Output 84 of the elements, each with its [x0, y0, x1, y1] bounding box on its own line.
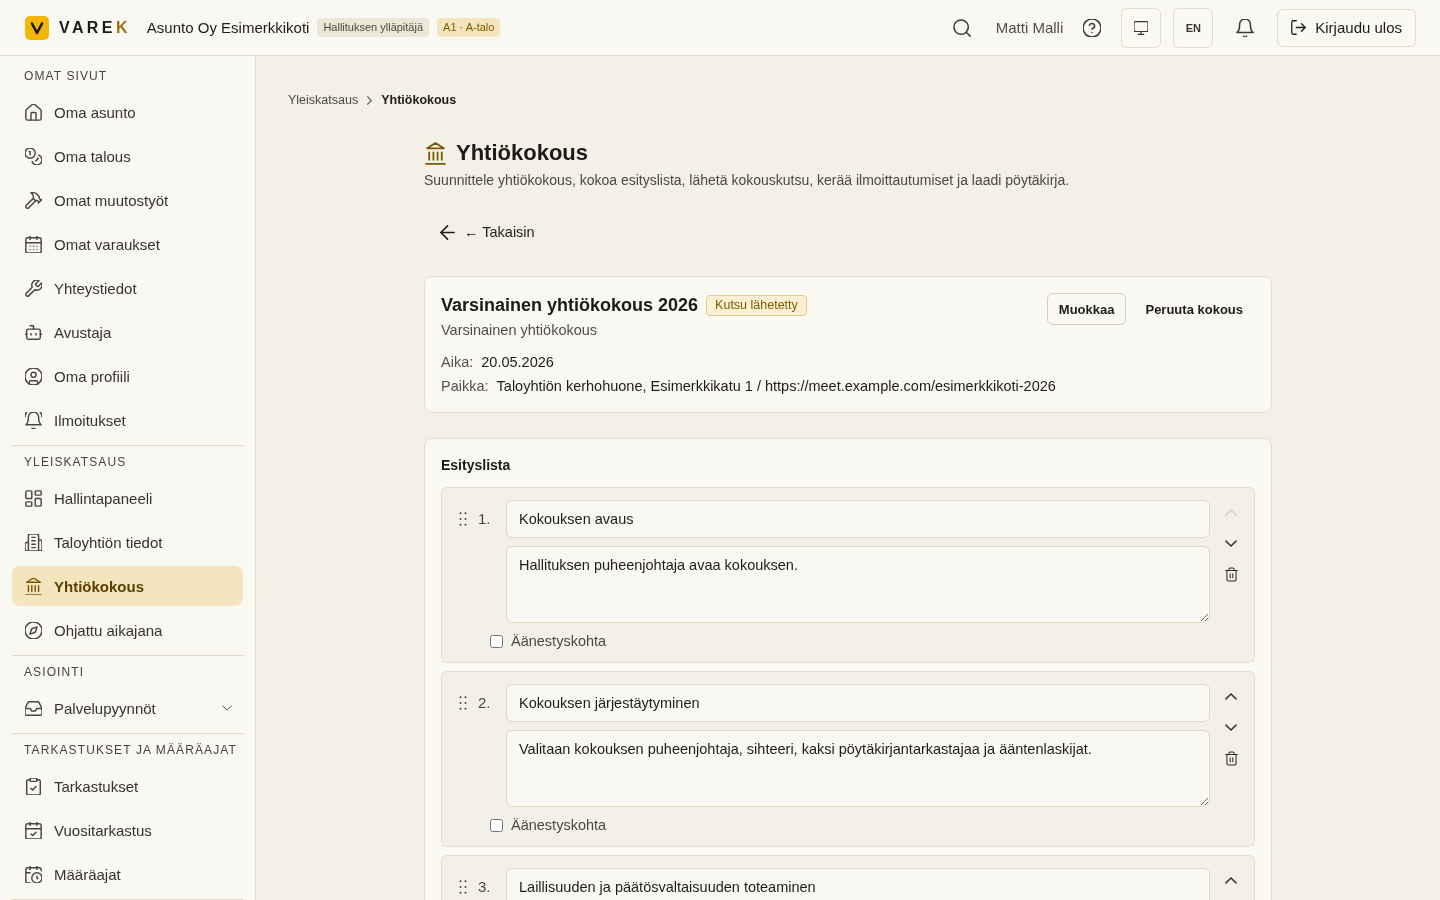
- calendar-check-icon: [25, 821, 42, 839]
- nav-item[interactable]: Oma talous: [12, 136, 243, 176]
- nav-item[interactable]: Tarkastukset: [12, 766, 243, 806]
- logout-icon: [1291, 20, 1307, 35]
- section-heading: ASIOINTI: [23, 664, 86, 680]
- house-icon: [25, 103, 42, 121]
- nav-item[interactable]: Omat varaukset: [12, 224, 243, 264]
- drag-handle-icon[interactable]: [459, 696, 467, 710]
- calendar-clock-icon: [25, 865, 42, 883]
- detail-value: Taloyhtiön kerhohuone, Esimerkkikatu 1 / https://meet.example.com/esimerkkikoti-2026: [496, 377, 1056, 395]
- meeting-title: Varsinainen yhtiökokous 2026: [441, 294, 699, 317]
- bell-icon: [25, 411, 42, 429]
- nav-item[interactable]: Omat muutostyöt: [12, 180, 243, 220]
- calendar-icon: [25, 235, 42, 253]
- section-heading: OMAT SIVUT: [23, 68, 109, 84]
- hammer-icon: [25, 191, 42, 209]
- nav-item[interactable]: Hallintapaneeli: [12, 478, 243, 518]
- search-icon: [952, 18, 971, 37]
- drag-handle-icon[interactable]: [459, 512, 467, 526]
- bank-icon: [25, 577, 42, 595]
- bank-icon: [425, 141, 446, 165]
- bell-icon: [1236, 18, 1255, 37]
- page-title: Yhtiökokous: [456, 139, 588, 167]
- clipboard-check-icon: [25, 777, 42, 795]
- trash-icon: [1224, 566, 1238, 582]
- display-button[interactable]: [1121, 7, 1162, 48]
- drag-handle-icon[interactable]: [459, 880, 467, 894]
- organization-name: Asunto Oy Esimerkkikoti: [146, 19, 310, 36]
- nav-item[interactable]: Oma profiili: [12, 356, 243, 396]
- item-number: 1.: [478, 509, 492, 529]
- robot-icon: [25, 323, 42, 341]
- item-number: 3.: [478, 877, 492, 897]
- nav-item[interactable]: Määräajat: [12, 854, 243, 894]
- voting-checkbox[interactable]: [490, 634, 503, 648]
- status-badge: Kutsu lähetetty: [706, 294, 807, 316]
- unit-badge: A1 · A-talo: [437, 18, 501, 37]
- checkbox-label[interactable]: Äänestyskohta: [511, 633, 607, 649]
- building-icon: [25, 533, 42, 551]
- wrench-icon: [25, 279, 42, 297]
- detail-value: 20.05.2026: [481, 353, 554, 371]
- checkbox-label[interactable]: Äänestyskohta: [511, 817, 607, 833]
- nav-item[interactable]: Vuositarkastus: [12, 810, 243, 850]
- grid-icon: [25, 489, 42, 507]
- nav-item[interactable]: Ilmoitukset: [12, 400, 243, 440]
- edit-button[interactable]: Muokkaa: [1046, 293, 1127, 325]
- logo-icon: [25, 15, 49, 40]
- nav-item[interactable]: Palvelupyynnöt: [12, 688, 243, 728]
- language-button[interactable]: EN: [1173, 7, 1214, 48]
- monitor-icon: [1134, 20, 1149, 35]
- nav-item[interactable]: Taloyhtiön tiedot: [12, 522, 243, 562]
- item-number: 2.: [478, 693, 492, 713]
- voting-checkbox[interactable]: [490, 818, 503, 832]
- chevron-right-icon: [367, 95, 373, 105]
- page-description: Suunnittele yhtiökokous, kokoa esityslista, lähetä kokouskutsu, kerää ilmoittautumiset ja laadi pöytäkirja.: [424, 171, 1071, 189]
- trash-icon: [1224, 750, 1238, 766]
- section-heading: TARKASTUKSET JA MÄÄRÄAJAT: [23, 742, 238, 758]
- title-field[interactable]: Kokouksen avaus: [506, 500, 1210, 538]
- section-heading: YLEISKATSAUS: [23, 454, 128, 470]
- back-button[interactable]: ← Takaisin: [424, 215, 551, 249]
- logout-button[interactable]: Kirjaudu ulos: [1277, 8, 1416, 47]
- nav-item[interactable]: Yhtiökokous: [12, 566, 243, 606]
- compass-icon: [25, 621, 42, 639]
- title-field[interactable]: Kokouksen järjestäytyminen: [506, 684, 1210, 722]
- inbox-icon: [25, 699, 42, 717]
- current-page-label: Yhtiökokous: [381, 93, 457, 107]
- nav-item[interactable]: Avustaja: [12, 312, 243, 352]
- nav-item[interactable]: Ohjattu aikajana: [12, 610, 243, 650]
- title-field[interactable]: Laillisuuden ja päätösvaltaisuuden toteaminen: [506, 868, 1210, 900]
- nav-item[interactable]: Yhteystiedot: [12, 268, 243, 308]
- agenda-heading: Esityslista: [441, 456, 512, 475]
- role-badge: Hallituksen ylläpitäjä: [317, 18, 430, 37]
- breadcrumb-link[interactable]: Yleiskatsaus: [288, 93, 359, 107]
- nav-item[interactable]: Oma asunto: [12, 92, 243, 132]
- detail-label: Paikka:: [441, 377, 489, 395]
- meeting-type: Varsinainen yhtiökokous: [441, 321, 599, 339]
- coins-icon: [25, 147, 42, 165]
- description-field[interactable]: Hallituksen puheenjohtaja avaa kokouksen.: [506, 546, 1210, 623]
- cancel-meeting-button[interactable]: Peruuta kokous: [1133, 293, 1255, 325]
- detail-label: Aika:: [441, 353, 474, 371]
- chevron-down-icon: [1225, 539, 1237, 547]
- chevron-down-icon: [1225, 723, 1237, 731]
- user-name[interactable]: Matti Malli: [995, 19, 1064, 36]
- description-field[interactable]: Valitaan kokouksen puheenjohtaja, sihteeri, kaksi pöytäkirjantarkastajaa ja ääntenlaskijat.: [506, 730, 1210, 807]
- help-icon: [1083, 18, 1102, 37]
